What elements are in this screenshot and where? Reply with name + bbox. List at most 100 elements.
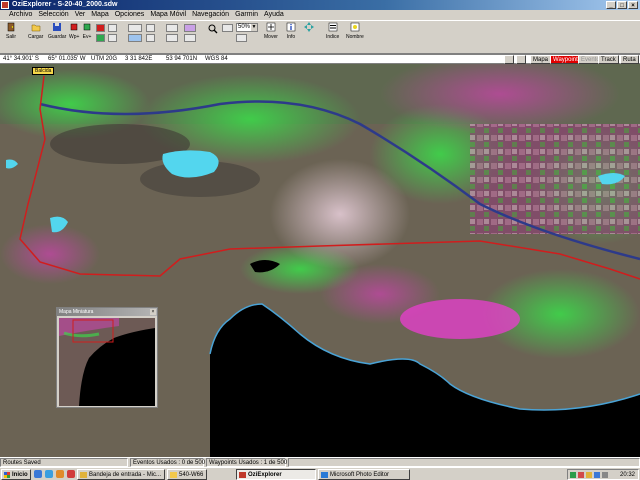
system-tray: 20:32 [567, 469, 639, 480]
add-waypoint-button[interactable]: Wp+ [69, 22, 79, 40]
ie-icon[interactable] [45, 470, 53, 478]
oziexplorer-icon [239, 472, 246, 478]
route-icon[interactable] [108, 24, 117, 32]
chevron-down-icon: ▼ [251, 24, 257, 31]
events-used: Eventos Usados : 0 de 500 [130, 458, 205, 467]
tray-icon-1[interactable] [570, 472, 576, 478]
start-button[interactable]: Inicio [1, 469, 31, 480]
folder-icon [170, 472, 177, 478]
track-search-icon[interactable] [166, 34, 178, 42]
toolbar: Salir Cargar Guardar Wp+ Ev+ 50% ▼ Mover… [0, 20, 640, 54]
mode-ruta-button[interactable]: Ruta [620, 55, 639, 64]
folder-open-icon [31, 24, 40, 32]
save-button[interactable]: Guardar [48, 22, 66, 40]
waypoint-icon [70, 23, 78, 31]
map-view-icon[interactable] [504, 55, 514, 64]
zoom-out-icon[interactable] [236, 34, 247, 42]
waypoint-label[interactable]: Balcida [32, 67, 55, 75]
longitude-readout: 65° 01.035' W [48, 56, 86, 62]
clock[interactable]: 20:32 [620, 470, 635, 480]
app-quicklaunch-icon[interactable] [67, 470, 75, 478]
gps-icon[interactable] [146, 34, 155, 42]
arrows-icon [304, 22, 314, 32]
navigate-button[interactable] [304, 22, 314, 32]
event-icon [83, 23, 91, 31]
windows-flag-icon [4, 472, 10, 478]
menu-opciones[interactable]: Opciones [112, 10, 148, 20]
outlook-icon[interactable] [56, 470, 64, 478]
volume-icon[interactable] [594, 472, 600, 478]
mode-mapa-button[interactable]: Mapa [530, 55, 552, 64]
floppy-icon [53, 23, 62, 31]
latitude-readout: 41° 34.901' S [3, 56, 39, 62]
datum-readout: WGS 84 [205, 56, 228, 62]
menu-bar: Archivo Selección Ver Mapa Opciones Mapa… [0, 10, 640, 20]
menu-navegacion[interactable]: Navegación [189, 10, 232, 20]
status-empty [288, 458, 640, 467]
zoom-button[interactable] [208, 24, 218, 34]
minimap-view[interactable] [59, 318, 155, 406]
event-list-icon[interactable] [96, 34, 105, 42]
menu-seleccion[interactable]: Selección [35, 10, 71, 20]
menu-garmin[interactable]: Garmin [232, 10, 261, 20]
moving-map-icon[interactable] [146, 24, 155, 32]
menu-mapa-movil[interactable]: Mapa Móvil [147, 10, 189, 20]
task-inbox[interactable]: Bandeja de entrada - Mic... [77, 469, 165, 480]
door-icon [7, 22, 15, 32]
status-message: Routes Saved [0, 458, 128, 467]
tray-icon-3[interactable] [586, 472, 592, 478]
minimap-close-button[interactable]: × [150, 309, 156, 315]
menu-mapa[interactable]: Mapa [88, 10, 112, 20]
move-button[interactable]: Mover [264, 22, 278, 40]
magnifier-icon [208, 24, 218, 34]
easting-readout: 3 31 842E [125, 56, 153, 62]
zoom-in-icon[interactable] [222, 24, 233, 32]
maximize-button[interactable]: □ [617, 1, 627, 9]
waypoints-used: Waypoints Usados : 1 de 500 [206, 458, 287, 467]
mail-icon [80, 472, 87, 478]
color-icon[interactable] [184, 24, 196, 32]
taskbar: Inicio Bandeja de entrada - Mic... 540-W… [0, 467, 640, 480]
satellite-map[interactable]: Balcida Mapa Miniatura × [0, 64, 640, 457]
window-title: OziExplorer - S-20-40_2000.sdw [12, 1, 118, 8]
minimize-button[interactable]: _ [606, 1, 616, 9]
name-button[interactable]: Nombre [346, 22, 364, 40]
photo-editor-icon [321, 472, 328, 478]
menu-ver[interactable]: Ver [72, 10, 89, 20]
minimap-title: Mapa Miniatura [59, 309, 94, 315]
tray-icon-2[interactable] [578, 472, 584, 478]
task-oziexplorer[interactable]: OziExplorer [236, 469, 316, 480]
load-button[interactable]: Cargar [28, 22, 43, 40]
name-icon [350, 22, 360, 32]
close-button[interactable]: × [628, 1, 638, 9]
northing-readout: 53 94 701N [166, 56, 198, 62]
tray-icon-5[interactable] [602, 472, 608, 478]
menu-ayuda[interactable]: Ayuda [261, 10, 287, 20]
track-line-icon[interactable] [128, 34, 142, 42]
status-bar: Routes Saved Eventos Usados : 0 de 500 W… [0, 457, 640, 467]
menu-archivo[interactable]: Archivo [6, 10, 35, 20]
task-photo-editor[interactable]: Microsoft Photo Editor [318, 469, 410, 480]
coordinate-bar: 41° 34.901' S 65° 01.035' W UTM 20G 3 31… [0, 54, 640, 64]
exit-button[interactable]: Salir [6, 22, 16, 40]
track-control-icon[interactable] [128, 24, 142, 32]
track-icon[interactable] [108, 34, 117, 42]
mode-track-button[interactable]: Track [598, 55, 619, 64]
desktop-icon[interactable] [34, 470, 42, 478]
info-button[interactable]: Info [286, 22, 296, 40]
task-folder[interactable]: 540-W66 [167, 469, 207, 480]
zoom-select[interactable]: 50% ▼ [236, 23, 258, 32]
minimap-window[interactable]: Mapa Miniatura × [56, 307, 158, 408]
waypoint-list-icon[interactable] [96, 24, 105, 32]
grid-icon[interactable] [516, 55, 526, 64]
layers-icon[interactable] [184, 34, 196, 42]
add-event-button[interactable]: Ev+ [82, 22, 92, 40]
title-bar: OziExplorer - S-20-40_2000.sdw _ □ × [0, 0, 640, 10]
mode-waypoint-button[interactable]: Waypoint [550, 55, 581, 64]
minimap-titlebar[interactable]: Mapa Miniatura × [57, 308, 157, 316]
utm-zone: UTM 20G [91, 56, 118, 62]
index-button[interactable]: Indice [326, 22, 339, 40]
zoom-value: 50% [238, 24, 251, 30]
name-search-icon[interactable] [166, 24, 178, 32]
window-controls: _ □ × [606, 1, 638, 9]
